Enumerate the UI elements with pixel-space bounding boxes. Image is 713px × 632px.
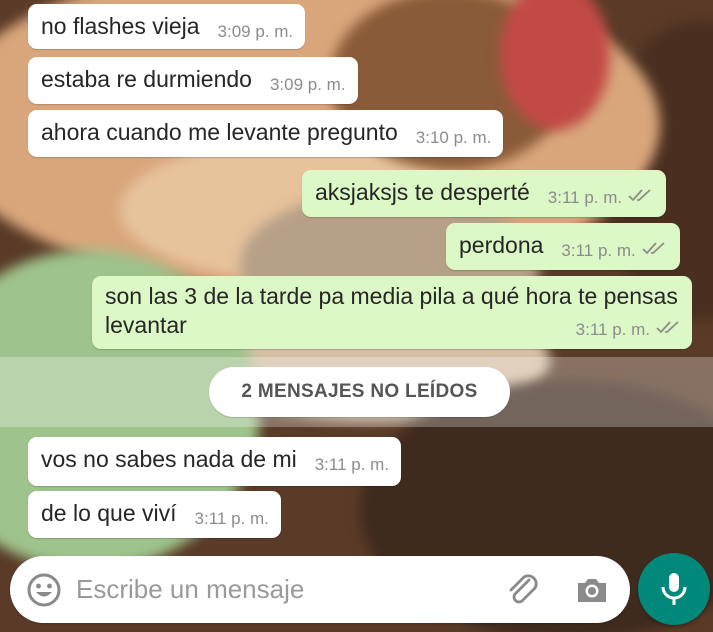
incoming-message[interactable]: de lo que viví 3:11 p. m. xyxy=(28,491,281,538)
message-text: estaba re durmiendo xyxy=(41,66,252,92)
message-time: 3:11 p. m. xyxy=(194,509,269,528)
outgoing-message[interactable]: perdona 3:11 p. m. xyxy=(446,223,680,270)
message-input[interactable]: Escribe un mensaje xyxy=(76,574,304,605)
outgoing-message[interactable]: son las 3 de la tarde pa media pila a qu… xyxy=(92,276,692,349)
message-composer: Escribe un mensaje xyxy=(10,556,630,623)
message-time: 3:11 p. m. xyxy=(547,188,623,207)
message-time: 3:09 p. m. xyxy=(269,75,346,94)
camera-icon[interactable] xyxy=(574,572,610,608)
microphone-icon xyxy=(661,573,687,605)
message-text: aksjaksjs te desperté xyxy=(315,179,530,205)
microphone-button[interactable] xyxy=(638,553,710,625)
message-time: 3:11 p. m. xyxy=(561,241,636,260)
paperclip-icon[interactable] xyxy=(504,571,542,609)
double-check-icon xyxy=(656,320,682,334)
message-text: de lo que viví xyxy=(41,500,177,526)
message-time: 3:09 p. m. xyxy=(217,22,294,41)
message-text: ahora cuando me levante pregunto xyxy=(41,119,398,145)
unread-messages-badge: 2 MENSAJES NO LEÍDOS xyxy=(209,367,510,417)
outgoing-message[interactable]: aksjaksjs te desperté 3:11 p. m. xyxy=(302,170,667,217)
message-time: 3:10 p. m. xyxy=(415,128,492,147)
message-time: 3:11 p. m. xyxy=(575,320,650,339)
message-text: vos no sabes nada de mi xyxy=(41,446,297,472)
double-check-icon xyxy=(642,241,668,255)
incoming-message[interactable]: ahora cuando me levante pregunto 3:10 p. … xyxy=(28,110,504,157)
message-text: perdona xyxy=(459,232,544,258)
incoming-message[interactable]: no flashes vieja 3:09 p. m. xyxy=(28,4,306,49)
double-check-icon xyxy=(628,188,654,202)
message-time: 3:11 p. m. xyxy=(314,455,390,474)
incoming-message[interactable]: estaba re durmiendo 3:09 p. m. xyxy=(28,57,358,104)
emoji-icon[interactable] xyxy=(26,572,62,608)
incoming-message[interactable]: vos no sabes nada de mi 3:11 p. m. xyxy=(28,437,402,486)
message-text: no flashes vieja xyxy=(41,13,200,39)
